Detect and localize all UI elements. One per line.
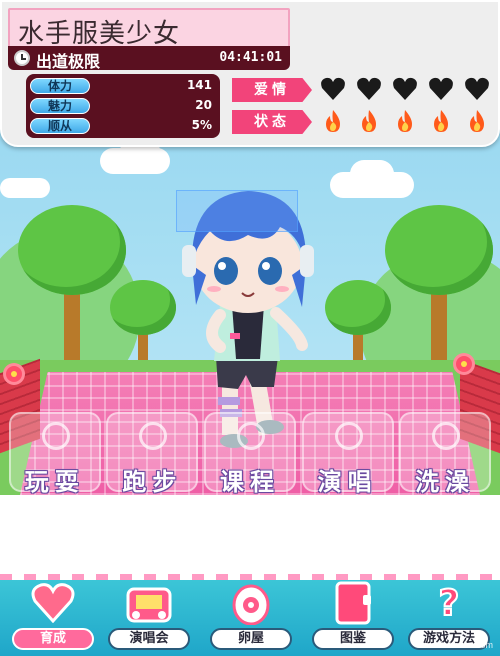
action-lesson-button[interactable]: 课程 [203,412,296,496]
flower [6,366,22,382]
love-row: 爱情 [232,76,492,104]
hologram-overlay [176,190,298,232]
cloud [0,178,50,198]
action-label: 演唱 [317,468,378,496]
hand-icon [41,422,70,450]
status-panel: 水手服美少女 出道极限 04:41:01 体力 141 魅力 20 顺从 5% … [0,0,500,147]
egg-icon [226,580,276,626]
book-icon [236,422,265,450]
runner-icon [139,422,168,450]
action-run-button[interactable]: 跑步 [106,412,199,496]
nav-collection-button[interactable]: 图鉴 [308,578,398,654]
action-label: 洗澡 [415,468,476,496]
heart-icon [356,76,382,102]
title-box: 水手服美少女 [8,8,290,49]
stat-value: 5% [191,118,212,132]
action-label: 玩耍 [24,468,85,496]
stage-icon [124,580,174,626]
flame-icon [392,108,418,134]
microphone-icon [334,422,363,450]
shower-icon [432,422,461,450]
stat-label: 魅力 [30,98,90,114]
heart-icon [320,76,346,102]
stat-row-obedience: 顺从 5% [30,117,216,135]
flower [456,356,472,372]
nav-label: 卵屋 [210,628,292,650]
stat-value: 20 [195,98,212,112]
action-sing-button[interactable]: 演唱 [301,412,394,496]
deadline-bar: 出道极限 04:41:01 [8,46,290,71]
action-play-button[interactable]: 玩耍 [8,412,101,496]
state-label: 状态 [232,110,312,134]
heart-icon [464,76,490,102]
stat-row-stamina: 体力 141 [30,77,216,95]
heart-icon [392,76,418,102]
nav-label: 演唱会 [108,628,190,650]
state-row: 状态 [232,108,492,136]
nav-label: 育成 [12,628,94,650]
deadline-label: 出道极限 [36,52,101,71]
stat-label: 体力 [30,78,90,94]
nav-concert-button[interactable]: 演唱会 [104,578,194,654]
book-icon [328,580,378,626]
question-icon: ? [424,580,474,626]
action-bar: 玩耍 跑步 课程 演唱 洗澡 [0,412,500,496]
cloud [350,160,394,188]
action-bath-button[interactable]: 洗澡 [399,412,492,496]
stat-label: 顺从 [30,118,90,134]
stat-value: 141 [186,78,212,92]
watermark: www.tuboshu.com [420,640,494,650]
clock-icon [14,50,30,66]
flame-icon [464,108,490,134]
love-label: 爱情 [232,78,312,102]
stats-box: 体力 141 魅力 20 顺从 5% [26,74,220,138]
action-label: 课程 [219,468,280,496]
love-hearts [320,76,490,104]
svg-text:?: ? [439,583,460,624]
state-flames [320,108,490,136]
game-title: 水手服美少女 [18,19,181,49]
stat-row-charm: 魅力 20 [30,97,216,115]
flame-icon [356,108,382,134]
nav-egg-house-button[interactable]: 卵屋 [206,578,296,654]
nav-raise-button[interactable]: 育成 [8,578,98,654]
heart-icon [28,580,78,626]
heart-icon [428,76,454,102]
action-label: 跑步 [122,468,183,496]
deadline-timer: 04:41:01 [219,50,282,65]
flame-icon [428,108,454,134]
flame-icon [320,108,346,134]
nav-label: 图鉴 [312,628,394,650]
